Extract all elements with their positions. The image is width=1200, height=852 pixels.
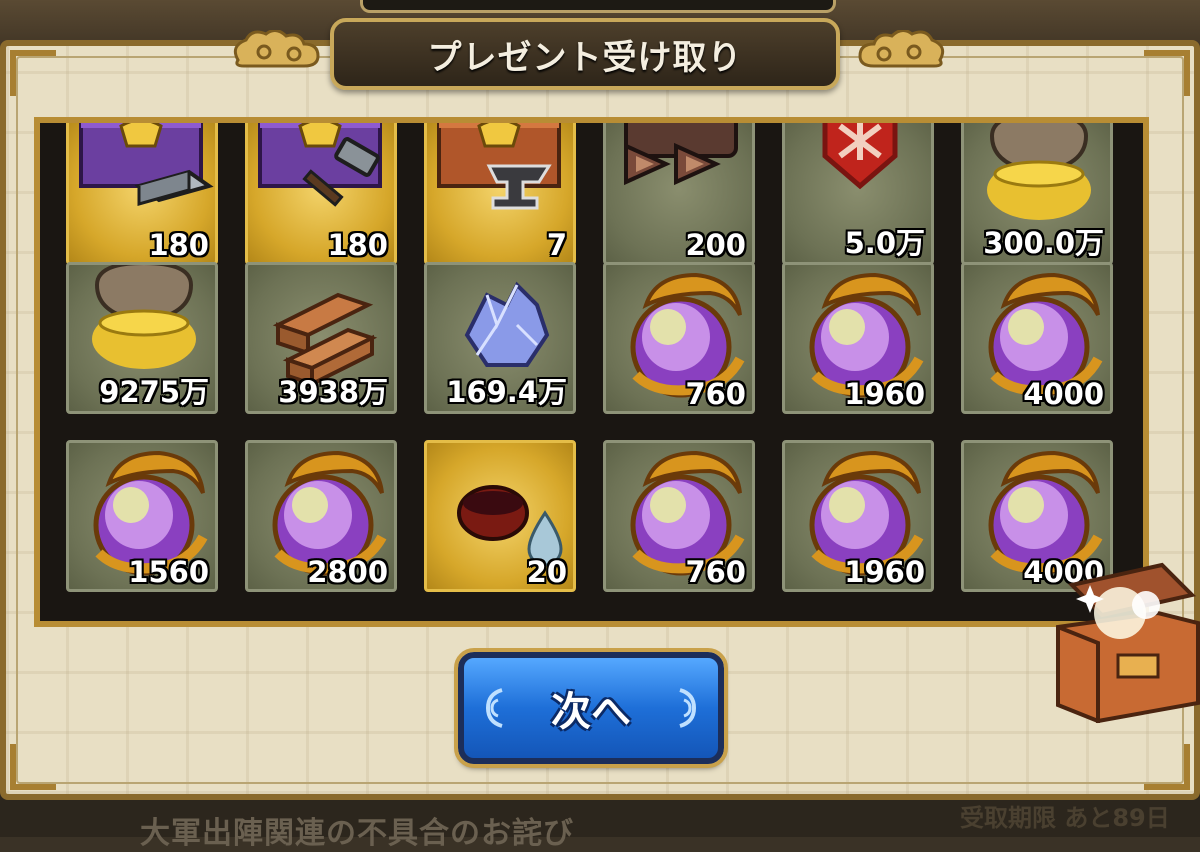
- reward-item[interactable]: 1960: [782, 262, 934, 414]
- cloud-ornament-icon: [858, 30, 945, 68]
- corner-ornament: [10, 744, 56, 790]
- treasure-chest-icon[interactable]: [1050, 545, 1200, 725]
- reward-item[interactable]: 4000: [961, 262, 1113, 414]
- reward-item[interactable]: 200: [603, 123, 755, 265]
- reward-item[interactable]: 3938万: [245, 262, 397, 414]
- reward-item[interactable]: 169.4万: [424, 262, 576, 414]
- corner-ornament: [10, 50, 56, 96]
- item-quantity: 7: [546, 228, 567, 262]
- background-top-bar: [360, 0, 836, 13]
- corner-ornament: [1144, 744, 1190, 790]
- button-ornament-icon: [679, 688, 697, 728]
- item-quantity: 9275万: [99, 375, 209, 409]
- item-quantity: 760: [685, 377, 746, 411]
- reward-item[interactable]: 760: [603, 440, 755, 592]
- reward-item[interactable]: 5.0万: [782, 123, 934, 265]
- reward-item[interactable]: 180: [245, 123, 397, 265]
- background-deadline-text: 受取期限 あと89日: [960, 804, 1170, 832]
- reward-item[interactable]: 760: [603, 262, 755, 414]
- reward-item[interactable]: 2800: [245, 440, 397, 592]
- item-quantity: 169.4万: [446, 375, 567, 409]
- item-quantity: 760: [685, 555, 746, 589]
- item-grid-inner: 180 180 7 200 5.0万 300.0万 9275万 3938万 169.4万 760 1…: [40, 123, 1143, 621]
- item-quantity: 300.0万: [983, 226, 1104, 260]
- item-grid[interactable]: 180 180 7 200 5.0万 300.0万 9275万 3938万 169.4万 760 1…: [34, 117, 1149, 627]
- cloud-ornament-icon: [233, 30, 320, 68]
- item-quantity: 180: [148, 228, 209, 262]
- item-quantity: 5.0万: [844, 226, 925, 260]
- reward-item[interactable]: 20: [424, 440, 576, 592]
- item-quantity: 3938万: [278, 375, 388, 409]
- reward-item[interactable]: 300.0万: [961, 123, 1113, 265]
- reward-item[interactable]: 180: [66, 123, 218, 265]
- next-button[interactable]: 次へ: [454, 648, 728, 768]
- item-quantity: 2800: [307, 555, 388, 589]
- button-ornament-icon: [485, 688, 503, 728]
- dialog-title: プレゼント受け取り: [427, 37, 743, 78]
- reward-item[interactable]: 1960: [782, 440, 934, 592]
- next-button-label: 次へ: [551, 689, 631, 735]
- dialog-title-plate: プレゼント受け取り: [330, 18, 840, 90]
- background-notice-text: 大軍出陣関連の不具合のお詫び: [140, 816, 574, 851]
- item-quantity: 20: [526, 555, 567, 589]
- item-quantity: 200: [685, 228, 746, 262]
- reward-item[interactable]: 7: [424, 123, 576, 265]
- reward-item[interactable]: 9275万: [66, 262, 218, 414]
- reward-item[interactable]: 1560: [66, 440, 218, 592]
- item-quantity: 1960: [844, 377, 925, 411]
- item-quantity: 180: [327, 228, 388, 262]
- corner-ornament: [1144, 50, 1190, 96]
- item-quantity: 4000: [1023, 377, 1104, 411]
- item-quantity: 1960: [844, 555, 925, 589]
- item-quantity: 1560: [128, 555, 209, 589]
